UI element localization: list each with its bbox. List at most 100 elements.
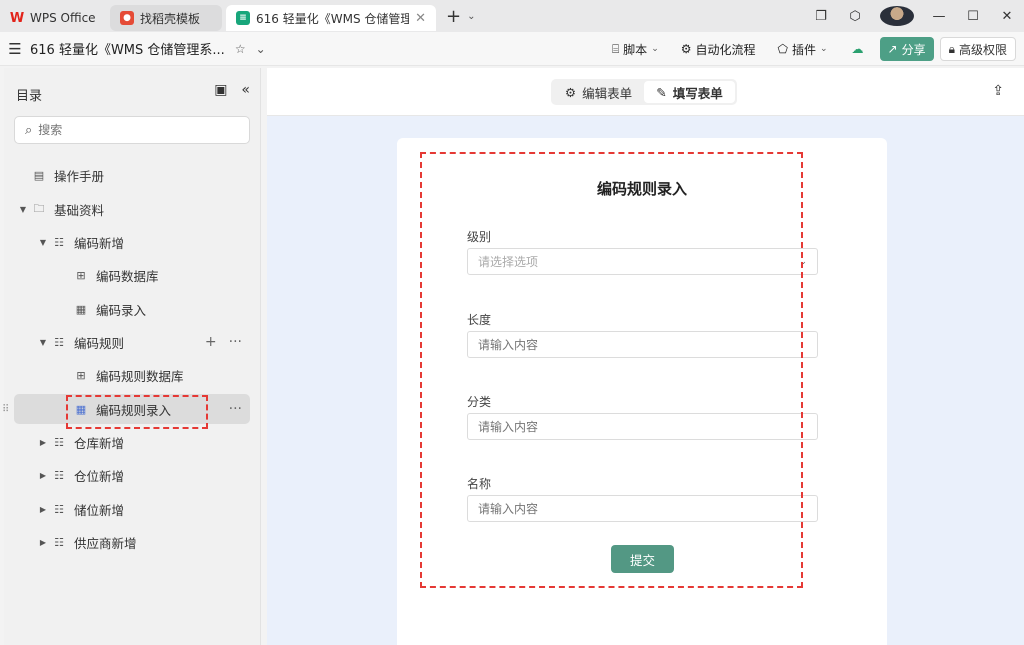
panel-toggle-icon[interactable]: ▣ <box>214 82 227 98</box>
sidebar-item-code-rule[interactable]: ▼ ☷ 编码规则 + ··· <box>14 327 250 357</box>
sidebar-item-label: 操作手册 <box>54 168 105 184</box>
category-field[interactable] <box>467 413 818 440</box>
drag-handle-icon[interactable]: ⠿ <box>2 404 9 415</box>
submit-button[interactable]: 提交 <box>611 545 674 573</box>
expanded-arrow-icon[interactable]: ▼ <box>38 338 48 347</box>
field-label-length: 长度 <box>467 313 492 327</box>
script-label: 脚本 <box>623 42 648 57</box>
sidebar-resize-handle[interactable] <box>260 68 261 645</box>
item-actions: + ··· <box>205 334 242 350</box>
select-placeholder: 请选择选项 <box>478 255 539 269</box>
sidebar-item-label: 基础资料 <box>54 202 105 218</box>
sidebar-item-code-rule-database[interactable]: ⊞ 编码规则数据库 <box>14 360 250 390</box>
tab-wms-document[interactable]: ≡ 616 轻量化《WMS 仓储管理系统 ✕ <box>226 5 436 31</box>
tab-docer-templates[interactable]: ● 找稻壳模板 <box>110 5 222 31</box>
sidebar-search[interactable]: ⌕ <box>14 116 250 144</box>
chevron-down-icon[interactable]: ⌄ <box>256 42 266 56</box>
permission-label: 高级权限 <box>958 42 1007 57</box>
share-button[interactable]: ↗ 分享 <box>879 37 934 61</box>
search-input[interactable] <box>38 123 219 137</box>
name-field[interactable] <box>467 495 818 522</box>
chevron-down-icon: ⌄ <box>651 44 659 54</box>
collapsed-arrow-icon[interactable]: ▶ <box>38 505 48 514</box>
form-mode-header: ⚙ 编辑表单 ✎ 填写表单 ⇪ <box>267 68 1024 116</box>
level-select[interactable]: 请选择选项 ⌄ <box>467 248 818 275</box>
collapse-sidebar-icon[interactable]: « <box>241 82 250 98</box>
list-icon: ☷ <box>54 535 64 549</box>
sidebar-item-label: 编码规则录入 <box>96 402 172 418</box>
sidebar-item-label: 编码规则数据库 <box>96 368 184 384</box>
maximize-icon[interactable]: ☐ <box>956 9 990 24</box>
tab-edit-form[interactable]: ⚙ 编辑表单 <box>553 81 644 103</box>
add-icon[interactable]: + <box>205 334 217 350</box>
chevron-down-icon: ⌄ <box>819 44 828 54</box>
length-input[interactable] <box>478 337 817 352</box>
hamburger-menu-icon[interactable]: ☰ <box>0 40 30 58</box>
sidebar-item-label: 储位新增 <box>74 502 125 518</box>
cloud-sync-icon[interactable]: ☁ <box>842 42 874 56</box>
sidebar-item-location-add[interactable]: ▶ ☷ 仓位新增 <box>14 460 250 490</box>
tab-label: 616 轻量化《WMS 仓储管理系统 <box>256 11 410 26</box>
sidebar-title: 目录 <box>16 89 43 104</box>
sidebar-item-label: 编码规则 <box>74 335 125 351</box>
sidebar-item-label: 编码数据库 <box>96 268 159 284</box>
sidebar-item-label: 编码新增 <box>74 235 125 251</box>
automation-button[interactable]: ⚙ 自动化流程 <box>673 36 764 62</box>
script-button[interactable]: ⌸ 脚本 ⌄ <box>604 36 667 62</box>
item-actions: ··· <box>229 401 242 417</box>
window-controls: ❐ ⬡ — ☐ ✕ <box>804 0 1024 32</box>
collapsed-arrow-icon[interactable]: ▶ <box>38 471 48 480</box>
close-icon[interactable]: ✕ <box>415 11 426 26</box>
list-icon: ☷ <box>54 235 64 249</box>
tab-wps-office[interactable]: W WPS Office <box>0 5 106 31</box>
close-window-icon[interactable]: ✕ <box>990 9 1024 24</box>
grid-table-icon: ⊞ <box>76 368 86 382</box>
cube-icon[interactable]: ⬡ <box>838 9 872 24</box>
collapsed-arrow-icon[interactable]: ▶ <box>38 438 48 447</box>
pencil-icon: ✎ <box>656 84 667 100</box>
sidebar-item-code-entry[interactable]: ▦ 编码录入 <box>14 294 250 324</box>
sidebar-item-manual[interactable]: ▤ 操作手册 <box>14 160 250 190</box>
browser-tab-bar: W WPS Office ● 找稻壳模板 ≡ 616 轻量化《WMS 仓储管理系… <box>0 0 1024 32</box>
share-link-icon[interactable]: ⇪ <box>992 83 1004 99</box>
form-title: 编码规则录入 <box>596 180 687 198</box>
star-icon[interactable]: ☆ <box>235 42 246 56</box>
doc-title[interactable]: 616 轻量化《WMS 仓储管理系... <box>30 39 225 58</box>
expanded-arrow-icon[interactable]: ▼ <box>38 238 48 247</box>
new-tab-button[interactable]: + <box>446 6 461 27</box>
plugin-button[interactable]: ⬠ 插件 ⌄ <box>770 36 836 62</box>
avatar[interactable] <box>880 6 914 26</box>
restore-tabs-icon[interactable]: ❐ <box>804 9 838 24</box>
sidebar-item-supplier-add[interactable]: ▶ ☷ 供应商新增 <box>14 527 250 557</box>
sidebar-item-code-add[interactable]: ▼ ☷ 编码新增 <box>14 227 250 257</box>
chevron-down-icon: ⌄ <box>799 256 807 267</box>
category-input[interactable] <box>478 419 817 434</box>
sidebar-item-label: 仓位新增 <box>74 468 125 484</box>
sidebar-item-label: 编码录入 <box>96 302 147 318</box>
advanced-permission-button[interactable]: 🔒︎ 高级权限 <box>939 37 1016 61</box>
collapsed-arrow-icon[interactable]: ▶ <box>38 538 48 547</box>
sidebar-item-basic-data[interactable]: ▼ 🗀︎ 基础资料 <box>14 194 250 224</box>
tab-fill-form[interactable]: ✎ 填写表单 <box>644 81 735 103</box>
tab-label: 填写表单 <box>672 85 723 101</box>
name-input[interactable] <box>478 501 817 516</box>
search-icon: ⌕ <box>25 122 33 138</box>
length-field[interactable] <box>467 331 818 358</box>
sidebar-item-code-rule-entry[interactable]: ⠿ ▦ 编码规则录入 ··· <box>2 394 250 424</box>
minimize-icon[interactable]: — <box>922 9 956 24</box>
chevron-down-icon[interactable]: ⌄ <box>467 11 475 22</box>
wps-logo-icon: W <box>9 10 25 26</box>
folder-icon: 🗀︎ <box>33 201 45 215</box>
tab-label: 编辑表单 <box>582 85 633 101</box>
expanded-arrow-icon[interactable]: ▼ <box>18 205 28 214</box>
more-icon[interactable]: ··· <box>229 334 242 350</box>
list-icon: ☷ <box>54 435 64 449</box>
sidebar-item-warehouse-add[interactable]: ▶ ☷ 仓库新增 <box>14 427 250 457</box>
field-label-name: 名称 <box>467 477 492 491</box>
script-icon: ⌸ <box>611 41 620 56</box>
more-icon[interactable]: ··· <box>229 401 242 417</box>
plugin-icon: ⬠ <box>777 42 788 56</box>
tab-label: WPS Office <box>30 11 96 25</box>
sidebar-item-storage-bin-add[interactable]: ▶ ☷ 储位新增 <box>14 494 250 524</box>
sidebar-item-code-database[interactable]: ⊞ 编码数据库 <box>14 260 250 290</box>
